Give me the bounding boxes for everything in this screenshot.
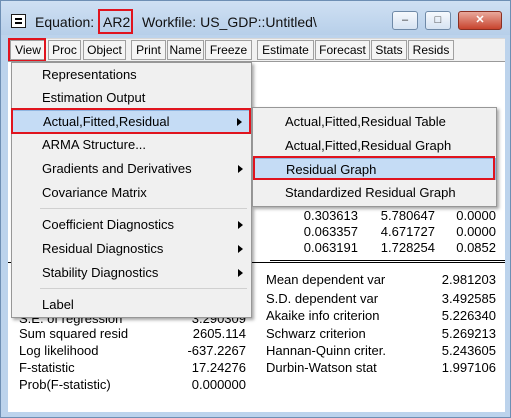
submenu-arrow-icon xyxy=(238,245,243,253)
menu-separator xyxy=(40,288,247,289)
title-bar[interactable]: Equation: AR2 Workfile: US_GDP::Untitled… xyxy=(1,1,510,35)
submenu-item-afr-table[interactable]: Actual,Fitted,Residual Table xyxy=(253,111,496,133)
system-menu-icon[interactable] xyxy=(11,14,26,28)
stat-value: 5.269213 xyxy=(441,326,496,341)
stats-button[interactable]: Stats xyxy=(371,40,407,60)
menu-item-arma-structure[interactable]: ARMA Structure... xyxy=(12,134,251,156)
equation-name-highlight xyxy=(98,9,133,34)
stat-value: 17.24276 xyxy=(191,360,246,375)
menu-separator xyxy=(40,208,247,209)
view-menu: Representations Estimation Output Actual… xyxy=(11,62,252,318)
title-prefix: Equation: xyxy=(35,14,95,30)
submenu-arrow-icon xyxy=(238,221,243,229)
object-button[interactable]: Object xyxy=(83,40,126,60)
stat-value: 5.243605 xyxy=(441,343,496,358)
submenu-item-label: Actual,Fitted,Residual Graph xyxy=(285,138,452,153)
forecast-button[interactable]: Forecast xyxy=(315,40,370,60)
stat-label: Durbin-Watson stat xyxy=(266,360,377,375)
workfile-label: Workfile: US_GDP::Untitled\ xyxy=(142,14,317,30)
menu-item-estimation-output[interactable]: Estimation Output xyxy=(12,87,251,109)
stat-value: 0.000000 xyxy=(191,377,246,392)
menu-item-label: Residual Diagnostics xyxy=(42,241,164,256)
stat-value: 3.492585 xyxy=(441,291,496,306)
submenu-item-standardized-residual-graph[interactable]: Standardized Residual Graph xyxy=(253,182,496,204)
menu-item-representations[interactable]: Representations xyxy=(12,64,251,86)
name-button[interactable]: Name xyxy=(167,40,204,60)
stat-value: 5.226340 xyxy=(441,308,496,323)
menu-item-label: Coefficient Diagnostics xyxy=(42,217,174,232)
submenu-arrow-icon xyxy=(238,165,243,173)
menu-item-label: Gradients and Derivatives xyxy=(42,161,192,176)
toolbar: View Proc Object Print Name Freeze Estim… xyxy=(8,38,505,61)
menu-item-covariance-matrix[interactable]: Covariance Matrix xyxy=(12,182,251,204)
close-button[interactable]: ✕ xyxy=(458,11,502,30)
stat-label: F-statistic xyxy=(19,360,75,375)
minimize-button[interactable]: – xyxy=(392,11,418,30)
stat-value: -637.2267 xyxy=(187,343,246,358)
menu-item-coefficient-diagnostics[interactable]: Coefficient Diagnostics xyxy=(12,214,251,236)
stat-label: Log likelihood xyxy=(19,343,99,358)
stat-label: Sum squared resid xyxy=(19,326,129,341)
menu-item-label: Estimation Output xyxy=(42,90,146,105)
coef-p: 0.0000 xyxy=(456,224,496,239)
stat-value: 2605.114 xyxy=(192,326,246,341)
view-button-highlight xyxy=(8,38,46,62)
menu-item-label: Stability Diagnostics xyxy=(42,265,159,280)
menu-item-gradients-derivatives[interactable]: Gradients and Derivatives xyxy=(12,158,251,180)
submenu-item-highlight xyxy=(253,156,495,180)
coef-t: 4.671727 xyxy=(380,224,435,239)
resids-button[interactable]: Resids xyxy=(408,40,454,60)
stat-label: Mean dependent var xyxy=(266,272,386,287)
coef-se: 0.303613 xyxy=(303,208,358,223)
coef-p: 0.0000 xyxy=(456,208,496,223)
proc-button[interactable]: Proc xyxy=(48,40,81,60)
stat-label: Schwarz criterion xyxy=(266,326,366,341)
menu-item-stability-diagnostics[interactable]: Stability Diagnostics xyxy=(12,262,251,284)
submenu-item-label: Standardized Residual Graph xyxy=(285,185,456,200)
estimate-button[interactable]: Estimate xyxy=(257,40,314,60)
stat-label: Akaike info criterion xyxy=(266,308,380,323)
menu-item-label-view[interactable]: Label xyxy=(12,294,251,316)
stat-label: Prob(F-statistic) xyxy=(19,377,111,392)
submenu-item-label: Actual,Fitted,Residual Table xyxy=(285,114,446,129)
submenu-item-afr-graph[interactable]: Actual,Fitted,Residual Graph xyxy=(253,135,496,157)
stat-value: 2.981203 xyxy=(441,272,496,287)
coef-se: 0.063191 xyxy=(303,240,358,255)
freeze-button[interactable]: Freeze xyxy=(205,40,252,60)
stat-value: 1.997106 xyxy=(441,360,496,375)
menu-item-label: Covariance Matrix xyxy=(42,185,147,200)
coef-t: 5.780647 xyxy=(380,208,435,223)
menu-item-label: Representations xyxy=(42,67,137,82)
table-rule xyxy=(270,260,505,261)
menu-item-label: ARMA Structure... xyxy=(42,137,147,152)
menu-item-highlight xyxy=(11,108,251,134)
print-button[interactable]: Print xyxy=(131,40,166,60)
menu-item-residual-diagnostics[interactable]: Residual Diagnostics xyxy=(12,238,251,260)
maximize-button[interactable]: □ xyxy=(425,11,451,30)
stat-label: S.D. dependent var xyxy=(266,291,379,306)
stat-label: Hannan-Quinn criter. xyxy=(266,343,386,358)
submenu-arrow-icon xyxy=(238,269,243,277)
coef-se: 0.063357 xyxy=(303,224,358,239)
menu-item-label: Label xyxy=(42,297,74,312)
coef-p: 0.0852 xyxy=(456,240,496,255)
coef-t: 1.728254 xyxy=(380,240,435,255)
